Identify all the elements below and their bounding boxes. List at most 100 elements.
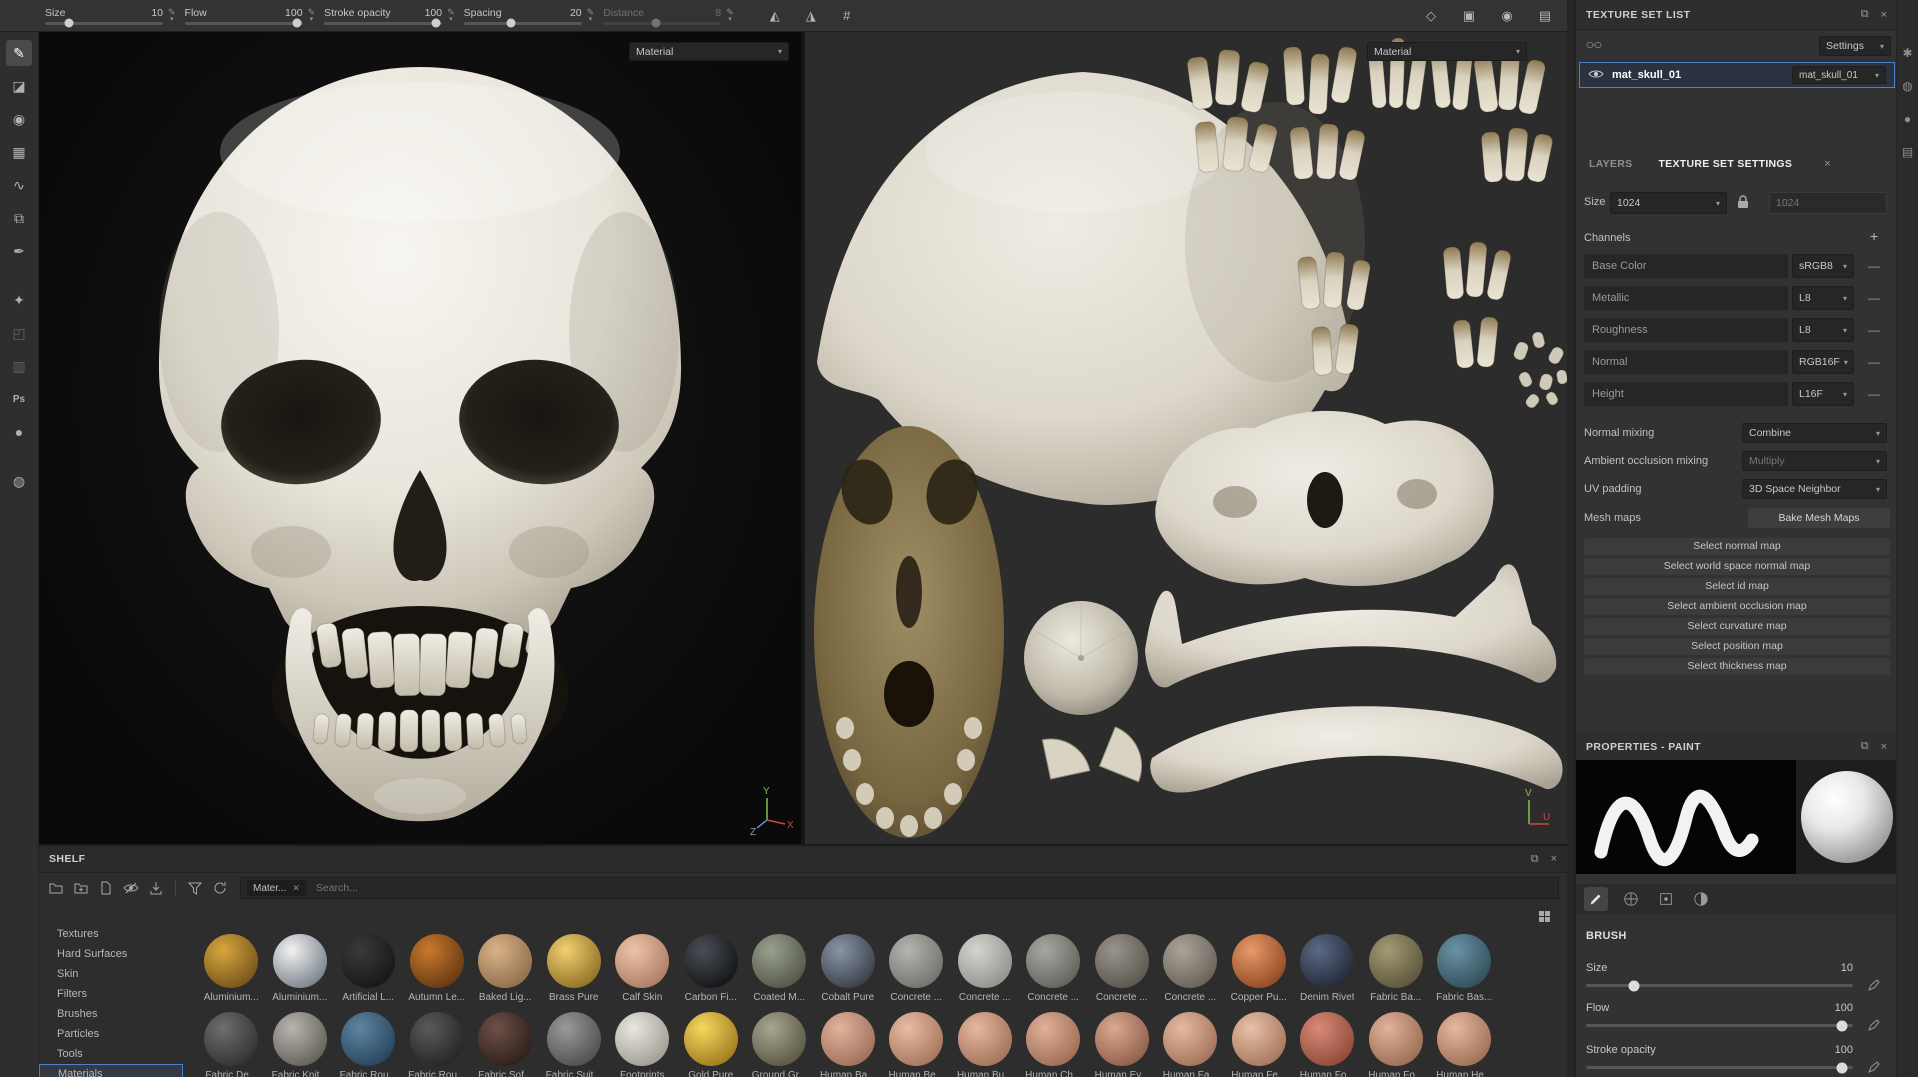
brush-tab-icon[interactable] <box>1584 887 1608 911</box>
smudge-tool[interactable]: ∿ <box>6 172 32 198</box>
mirror-symmetry-icon[interactable]: ◭ <box>765 6 785 26</box>
material-item[interactable]: Fabric De... <box>197 1012 266 1077</box>
control-slider[interactable] <box>45 22 163 25</box>
shader-settings-panel-icon[interactable]: ● <box>1904 112 1911 126</box>
filter-chip[interactable]: Mater... ✕ <box>247 880 306 896</box>
material-item[interactable]: Coated M... <box>745 934 814 1003</box>
slider-handle[interactable] <box>1837 1062 1848 1073</box>
close-icon[interactable]: × <box>1881 741 1887 753</box>
close-icon[interactable]: × <box>1881 9 1887 21</box>
texture-set-settings-dropdown[interactable]: Settings ▾ <box>1819 36 1891 56</box>
pressure-toggle-icon[interactable]: ✎▾ <box>308 8 316 24</box>
stencil-mode-icon[interactable]: ◇ <box>1421 6 1441 26</box>
pressure-toggle-icon[interactable]: ✎▾ <box>726 8 734 24</box>
material-item[interactable]: Carbon Fi... <box>677 934 746 1003</box>
particles-tool[interactable]: ✦ <box>6 287 32 313</box>
material-item[interactable]: Gold Pure <box>677 1012 746 1077</box>
eraser-tool[interactable]: ◪ <box>6 73 32 99</box>
material-picker-tool[interactable]: ✒ <box>6 238 32 264</box>
close-tab-icon[interactable]: × <box>1824 158 1830 170</box>
material-item[interactable]: Human Bu... <box>951 1012 1020 1077</box>
radial-symmetry-icon[interactable]: ◮ <box>801 6 821 26</box>
lattice-projection-icon[interactable]: # <box>837 6 857 26</box>
material-item[interactable]: Fabric Bas... <box>1430 934 1499 1003</box>
screenshot-icon[interactable]: ▤ <box>1535 6 1555 26</box>
undock-icon[interactable]: ⧉ <box>1861 740 1869 753</box>
select-map-button-select-thickness-map[interactable]: Select thickness map <box>1584 658 1890 675</box>
material-tab-icon[interactable] <box>1689 887 1713 911</box>
shelf-category-hard-surfaces[interactable]: Hard Surfaces <box>39 944 183 964</box>
projection-tool[interactable]: ◉ <box>6 106 32 132</box>
lock-icon[interactable] <box>1737 194 1749 212</box>
shader-material-dropdown-3d[interactable]: Material ▾ <box>629 42 789 61</box>
tab-layers[interactable]: LAYERS <box>1589 158 1632 170</box>
slider-handle[interactable] <box>432 19 441 28</box>
shelf-search-field[interactable]: Mater... ✕ <box>240 877 1559 899</box>
slider-handle[interactable] <box>652 19 661 28</box>
shelf-category-brushes[interactable]: Brushes <box>39 1004 183 1024</box>
material-item[interactable]: Fabric Ba... <box>1362 934 1431 1003</box>
material-item[interactable]: Artificial L... <box>334 934 403 1003</box>
channel-format-dropdown[interactable]: sRGB8▾ <box>1792 254 1854 278</box>
undock-icon[interactable]: ⧉ <box>1861 8 1869 21</box>
size-dropdown[interactable]: 1024 ▾ <box>1610 192 1727 214</box>
slider-handle[interactable] <box>506 19 515 28</box>
grid-view-icon[interactable] <box>1538 910 1551 926</box>
material-item[interactable]: Human Fo... <box>1293 1012 1362 1077</box>
display-settings-panel-icon[interactable]: ◍ <box>1902 79 1912 93</box>
select-map-button-select-world-space-normal-map[interactable]: Select world space normal map <box>1584 558 1890 575</box>
alphas-tab-icon[interactable] <box>1619 887 1643 911</box>
control-slider[interactable] <box>603 22 721 25</box>
shelf-category-skin[interactable]: Skin <box>39 964 183 984</box>
material-item[interactable]: Human Fe... <box>1225 1012 1294 1077</box>
undock-icon[interactable]: ⧉ <box>1531 853 1539 866</box>
material-item[interactable]: Human He... <box>1430 1012 1499 1077</box>
pressure-stylus-icon[interactable] <box>1864 1018 1884 1032</box>
polygon-fill-tool[interactable]: ▦ <box>6 139 32 165</box>
material-item[interactable]: Fabric Rou... <box>403 1012 472 1077</box>
material-item[interactable]: Autumn Le... <box>403 934 472 1003</box>
search-input[interactable] <box>314 881 1552 895</box>
shelf-category-tools[interactable]: Tools <box>39 1044 183 1064</box>
select-map-button-select-ambient-occlusion-map[interactable]: Select ambient occlusion map <box>1584 598 1890 615</box>
control-slider[interactable] <box>185 22 303 25</box>
uv-padding-dropdown[interactable]: 3D Space Neighbor ▾ <box>1742 479 1887 499</box>
shader-material-dropdown-2d[interactable]: Material ▾ <box>1367 42 1527 61</box>
slider-track-flow[interactable] <box>1586 1024 1853 1027</box>
history-panel-icon[interactable]: ✱ <box>1902 46 1912 60</box>
chip-close-icon[interactable]: ✕ <box>292 883 300 894</box>
camera-view-icon[interactable]: ◉ <box>1497 6 1517 26</box>
remove-channel-button[interactable]: — <box>1862 286 1886 310</box>
shelf-category-filters[interactable]: Filters <box>39 984 183 1004</box>
tab-texture-set-settings[interactable]: TEXTURE SET SETTINGS <box>1658 158 1792 170</box>
slider-track-size[interactable] <box>1586 984 1853 987</box>
linked-texture-sets-icon[interactable] <box>1586 40 1602 52</box>
channel-format-dropdown[interactable]: L8▾ <box>1792 286 1854 310</box>
pressure-toggle-icon[interactable]: ✎▾ <box>587 8 595 24</box>
viewport-3d[interactable]: Material ▾ Y X Z <box>39 32 801 844</box>
select-map-button-select-normal-map[interactable]: Select normal map <box>1584 538 1890 555</box>
material-item[interactable]: Fabric Suit... <box>540 1012 609 1077</box>
shelf-category-textures[interactable]: Textures <box>39 924 183 944</box>
material-item[interactable]: Concrete ... <box>1088 934 1157 1003</box>
normal-mixing-dropdown[interactable]: Combine ▾ <box>1742 423 1887 443</box>
material-item[interactable]: Aluminium... <box>266 934 335 1003</box>
slider-handle[interactable] <box>1629 980 1640 991</box>
remove-channel-button[interactable]: — <box>1862 318 1886 342</box>
material-item[interactable]: Brass Pure <box>540 934 609 1003</box>
export-icon[interactable] <box>147 879 165 897</box>
shelf-category-particles[interactable]: Particles <box>39 1024 183 1044</box>
material-item[interactable]: Human Ba... <box>814 1012 883 1077</box>
clone-tool[interactable]: ⧉ <box>6 205 32 231</box>
paint-tool[interactable]: ✎ <box>6 40 32 66</box>
document-icon[interactable] <box>97 879 115 897</box>
pressure-stylus-icon[interactable] <box>1864 1060 1884 1074</box>
material-item[interactable]: Aluminium... <box>197 934 266 1003</box>
material-sphere-tool[interactable]: ● <box>6 419 32 445</box>
viewport-2d[interactable]: Material ▾ V U <box>805 32 1567 844</box>
material-item[interactable]: Fabric Knit... <box>266 1012 335 1077</box>
refresh-icon[interactable] <box>211 879 229 897</box>
material-item[interactable]: Human Fa... <box>1156 1012 1225 1077</box>
shader-sphere-tool[interactable]: ◍ <box>6 468 32 494</box>
add-resource-icon[interactable] <box>72 879 90 897</box>
